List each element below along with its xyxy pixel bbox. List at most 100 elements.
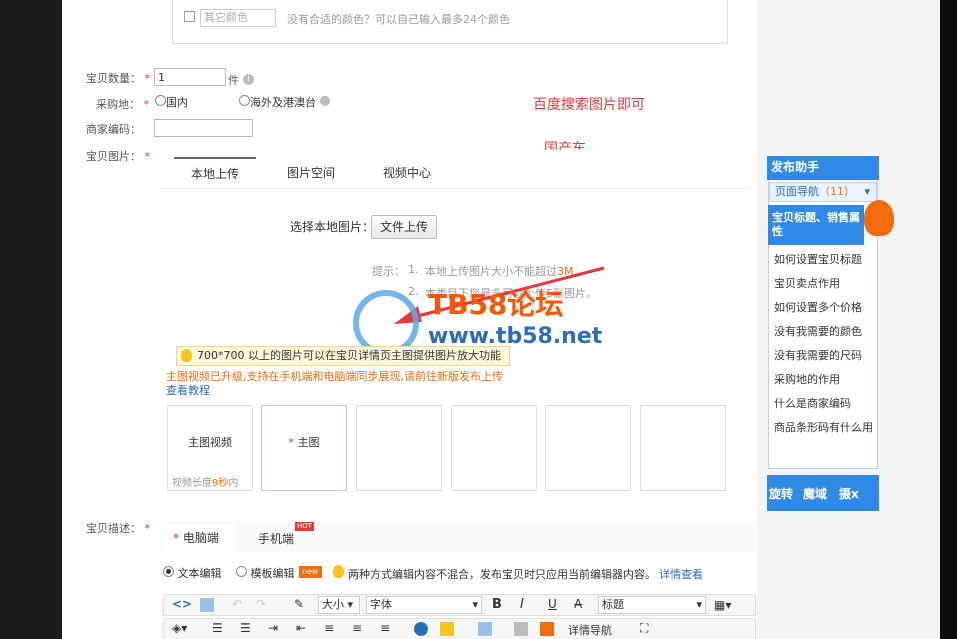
video-slot-hint: 视频长度9秒内 — [172, 478, 239, 489]
origin-overseas-option[interactable]: 海外及港澳台 — [239, 94, 330, 110]
strikethrough-button[interactable]: A — [574, 597, 582, 611]
image-slot[interactable] — [451, 405, 537, 491]
align-right-icon[interactable]: ≡ — [380, 621, 390, 635]
align-left-icon[interactable]: ≡ — [324, 621, 334, 635]
tab-local-upload[interactable]: 本地上传 — [174, 157, 256, 187]
source-code-icon[interactable]: <> — [172, 597, 192, 611]
assistant-item[interactable]: 采购地的作用 — [774, 373, 874, 387]
font-size-select[interactable]: 大小 ▾ — [318, 596, 360, 614]
color-hint: 没有合适的颜色？可以自己输入最多24个颜色 — [287, 13, 510, 26]
undo-icon[interactable]: ↶ — [232, 597, 242, 611]
assistant-item[interactable]: 如何设置多个价格 — [774, 301, 874, 315]
fullscreen-icon[interactable]: ⛶ — [640, 621, 648, 636]
select-local-label: 选择本地图片： — [290, 220, 375, 234]
image-slot[interactable] — [640, 405, 726, 491]
flash-icon[interactable] — [540, 622, 554, 636]
merchant-code-input[interactable] — [154, 119, 253, 137]
quantity-unit: 件 — [228, 74, 239, 87]
video-upgrade-notice: 主图视频已升级,支持在手机端和电脑端同步展现,请前往新版发布上传 — [166, 370, 503, 383]
bold-button[interactable]: B — [492, 597, 502, 612]
image-icon[interactable] — [478, 622, 492, 636]
video-slot-title: 主图视频 — [188, 436, 232, 449]
merchant-code-label: 商家编码： — [86, 123, 141, 136]
origin-domestic-label: 国内 — [166, 96, 188, 109]
editor-toolbar-row2: ◈▾ ☰ ☰ ⇥ ⇤ ≡ ≡ ≡ 详情导航 ⛶ — [163, 618, 756, 639]
radio-text-mode[interactable] — [163, 566, 174, 577]
assistant-footer-item[interactable]: 摄x — [839, 485, 859, 502]
assistant-footer: 旋转 魔域 摄x — [767, 475, 879, 511]
indent-icon[interactable]: ⇥ — [268, 621, 278, 635]
format-painter-icon[interactable]: ✎ — [294, 597, 304, 611]
font-family-select[interactable]: 字体 ▾ — [366, 596, 482, 614]
detail-nav-button[interactable]: 详情导航 — [568, 622, 612, 638]
tab-image-space[interactable]: 图片空间 — [270, 158, 352, 188]
tab-divider — [160, 188, 750, 189]
file-upload-button[interactable]: 文件上传 — [371, 215, 437, 239]
detail-link[interactable]: 详情查看 — [659, 566, 703, 582]
image-slot[interactable] — [356, 405, 442, 491]
mode-note: 两种方式编辑内容不混合，发布宝贝时只应用当前编辑器内容。 — [348, 568, 656, 581]
italic-button[interactable]: I — [520, 597, 524, 612]
main-image-slot[interactable]: * 主图 — [261, 405, 347, 491]
radio-domestic[interactable] — [155, 95, 166, 106]
align-center-icon[interactable]: ≡ — [352, 621, 362, 635]
tutorial-link[interactable]: 查看教程 — [166, 382, 210, 398]
bulb-icon — [181, 349, 192, 362]
mode-template-option[interactable]: 模板编辑 — [236, 565, 295, 581]
description-label: 宝贝描述： * — [86, 522, 150, 535]
assistant-item[interactable]: 没有我需要的颜色 — [774, 325, 874, 339]
assistant-footer-item[interactable]: 魔域 — [803, 485, 827, 502]
tab-video-center[interactable]: 视频中心 — [366, 158, 448, 188]
watermark-site: TB58论坛 — [428, 288, 564, 321]
preview-icon[interactable] — [200, 598, 214, 612]
other-color-checkbox[interactable] — [184, 11, 195, 22]
quantity-input[interactable] — [154, 68, 226, 86]
assistant-page-nav[interactable]: 页面导航（11） ▾ — [769, 182, 877, 202]
annotation-baidu: 百度搜索图片即可 — [533, 97, 645, 113]
ordered-list-icon[interactable]: ☰ — [240, 621, 251, 635]
quantity-label: 宝贝数量： * — [86, 72, 150, 85]
assistant-item[interactable]: 没有我需要的尺码 — [774, 349, 874, 363]
radio-template-mode[interactable] — [236, 566, 247, 577]
redo-icon[interactable]: ↷ — [256, 597, 266, 611]
image-slot[interactable] — [545, 405, 631, 491]
origin-domestic-option[interactable]: 国内 — [155, 94, 188, 110]
images-label: 宝贝图片： * — [86, 150, 150, 163]
zoom-tip: 700*700 以上的图片可以在宝贝详情页主图提供图片放大功能 — [176, 346, 510, 366]
tab-pc[interactable]: * 电脑端 — [163, 524, 235, 552]
assistant-item[interactable]: 什么是商家编码 — [774, 397, 874, 411]
main-slot-title: * 主图 — [288, 436, 320, 449]
description-tabs-bar — [160, 522, 756, 552]
video-icon[interactable] — [514, 622, 528, 636]
underline-button[interactable]: U — [548, 597, 557, 611]
assistant-title: 发布助手 — [767, 156, 879, 180]
assistant-item[interactable]: 如何设置宝贝标题 — [774, 253, 874, 267]
mode-text-option[interactable]: 文本编辑 — [163, 565, 222, 581]
info-icon[interactable]: i — [243, 74, 254, 85]
editor-toolbar-row1: <> ↶ ↷ ✎ 大小 ▾ 字体 ▾ B I U A 标题 ▾ ▦▾ — [163, 594, 756, 616]
hot-badge: HOT — [295, 522, 315, 531]
other-color-input[interactable]: 其它颜色 — [200, 9, 276, 27]
assistant-item[interactable]: 商品条形码有什么用 — [774, 421, 874, 435]
origin-overseas-label: 海外及港澳台 — [250, 96, 316, 109]
tab-mobile[interactable]: 手机端 — [258, 530, 294, 547]
emoji-icon[interactable] — [440, 622, 454, 636]
assistant-item[interactable]: 宝贝卖点作用 — [774, 277, 874, 291]
video-slot[interactable]: 主图视频 视频长度9秒内 — [167, 405, 253, 491]
origin-label: 采购地： * — [96, 98, 149, 111]
unordered-list-icon[interactable]: ☰ — [212, 621, 223, 635]
link-icon[interactable] — [414, 622, 428, 636]
assistant-footer-item[interactable]: 旋转 — [769, 485, 793, 502]
assistant-section-title[interactable]: 宝贝标题、销售属性 — [768, 205, 864, 245]
bulb-icon — [333, 565, 344, 578]
new-badge: new — [299, 566, 322, 578]
right-dark-margin — [940, 0, 957, 639]
radio-overseas[interactable] — [239, 95, 250, 106]
assistant-mascot-icon — [864, 200, 894, 236]
zoom-tip-text: 700*700 以上的图片可以在宝贝详情页主图提供图片放大功能 — [197, 349, 501, 362]
color-fill-icon[interactable]: ◈▾ — [172, 621, 187, 635]
outdent-icon[interactable]: ⇤ — [296, 621, 306, 635]
heading-select[interactable]: 标题 ▾ — [598, 596, 706, 614]
table-icon[interactable]: ▦▾ — [714, 598, 731, 612]
help-icon[interactable] — [319, 96, 330, 106]
